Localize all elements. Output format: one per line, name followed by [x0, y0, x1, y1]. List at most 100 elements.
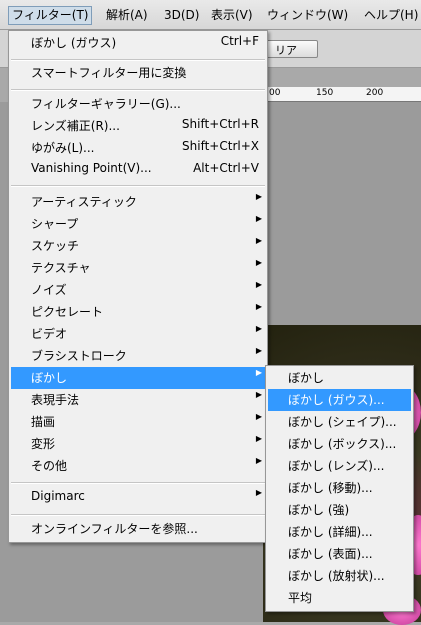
- menu-item-blur[interactable]: ぼかし ▶: [11, 367, 265, 389]
- submenu-item-lens-blur[interactable]: ぼかし (レンズ)...: [268, 455, 411, 477]
- submenu-arrow-icon: ▶: [255, 192, 262, 201]
- menu-item-label: ぼかし (放射状)...: [288, 569, 385, 583]
- submenu-arrow-icon: ▶: [255, 434, 262, 443]
- menu-item-label: ノイズ: [31, 283, 67, 297]
- filter-menu: ぼかし (ガウス) Ctrl+F スマートフィルター用に変換 フィルターギャラリ…: [8, 30, 268, 543]
- submenu-arrow-icon: ▶: [255, 214, 262, 223]
- menu-item-label: レンズ補正(R)...: [31, 119, 120, 133]
- menu-item-artistic[interactable]: アーティスティック ▶: [11, 191, 265, 213]
- submenu-item-surface-blur[interactable]: ぼかし (表面)...: [268, 543, 411, 565]
- menu-window[interactable]: ウィンドウ(W): [267, 7, 348, 24]
- ruler-label: 150: [316, 88, 334, 98]
- menu-item-render[interactable]: 描画 ▶: [11, 411, 265, 433]
- menu-item-filter-gallery[interactable]: フィルターギャラリー(G)...: [11, 93, 265, 115]
- menu-item-shortcut: Shift+Ctrl+X: [182, 139, 259, 153]
- menu-item-label: ぼかし (強): [288, 503, 350, 517]
- menu-item-digimarc[interactable]: Digimarc ▶: [11, 487, 265, 509]
- menu-item-browse-online[interactable]: オンラインフィルターを参照...: [11, 518, 265, 540]
- submenu-arrow-icon: ▶: [255, 390, 262, 399]
- menu-item-label: ぼかし (ガウス)...: [288, 393, 385, 407]
- menu-item-lens-correction[interactable]: レンズ補正(R)... Shift+Ctrl+R: [11, 115, 265, 137]
- menu-item-label: スマートフィルター用に変換: [31, 66, 187, 80]
- menu-3d[interactable]: 3D(D): [164, 7, 199, 24]
- submenu-arrow-icon: ▶: [255, 488, 262, 497]
- menu-item-label: ぼかし (表面)...: [288, 547, 373, 561]
- menu-item-label: ぼかし (移動)...: [288, 481, 373, 495]
- submenu-arrow-icon: ▶: [255, 258, 262, 267]
- submenu-arrow-icon: ▶: [255, 368, 262, 377]
- ruler-label: 00: [269, 88, 281, 98]
- menu-item-label: 描画: [31, 415, 56, 429]
- menu-item-label: スケッチ: [31, 239, 80, 253]
- menu-item-label: アーティスティック: [31, 195, 137, 209]
- menu-item-label: ぼかし: [31, 371, 68, 385]
- menu-item-stylize[interactable]: 表現手法 ▶: [11, 389, 265, 411]
- menu-item-label: ビデオ: [31, 327, 68, 341]
- submenu-item-box-blur[interactable]: ぼかし (ボックス)...: [268, 433, 411, 455]
- ruler-label: 200: [366, 88, 384, 98]
- submenu-arrow-icon: ▶: [255, 346, 262, 355]
- menu-item-label: テクスチャ: [31, 261, 91, 275]
- submenu-item-smart-blur[interactable]: ぼかし (詳細)...: [268, 521, 411, 543]
- menu-item-convert-smart-filter[interactable]: スマートフィルター用に変換: [11, 62, 265, 84]
- menu-bar: フィルター(T) 解析(A) 3D(D) 表示(V) ウィンドウ(W) ヘルプ(…: [0, 0, 421, 30]
- menu-help[interactable]: ヘルプ(H): [364, 7, 418, 24]
- menu-separator: [11, 59, 265, 61]
- menu-item-label: ぼかし (ボックス)...: [288, 437, 397, 451]
- menu-item-shortcut: Ctrl+F: [220, 34, 259, 48]
- menu-item-label: その他: [31, 459, 68, 473]
- blur-submenu: ぼかし ぼかし (ガウス)... ぼかし (シェイプ)... ぼかし (ボックス…: [265, 365, 414, 612]
- menu-item-label: ブラシストローク: [31, 349, 127, 363]
- submenu-arrow-icon: ▶: [255, 280, 262, 289]
- menu-filter[interactable]: フィルター(T): [8, 6, 93, 25]
- menu-item-label: ゆがみ(L)...: [31, 141, 95, 155]
- menu-item-other[interactable]: その他 ▶: [11, 455, 265, 477]
- menu-item-sharpen[interactable]: シャープ ▶: [11, 213, 265, 235]
- menu-item-label: ぼかし (詳細)...: [288, 525, 373, 539]
- submenu-item-average[interactable]: 平均: [268, 587, 411, 609]
- menu-separator: [11, 514, 265, 516]
- menu-item-label: ぼかし (シェイプ)...: [288, 415, 397, 429]
- menu-item-label: Digimarc: [31, 489, 85, 503]
- submenu-arrow-icon: ▶: [255, 236, 262, 245]
- menu-separator: [11, 185, 265, 187]
- menu-item-shortcut: Shift+Ctrl+R: [181, 117, 259, 131]
- submenu-item-gaussian-blur[interactable]: ぼかし (ガウス)...: [268, 389, 411, 411]
- menu-item-label: ピクセレート: [31, 305, 104, 319]
- menu-item-pixelate[interactable]: ピクセレート ▶: [11, 301, 265, 323]
- horizontal-ruler: 00 150 200: [268, 87, 421, 102]
- submenu-item-radial-blur[interactable]: ぼかし (放射状)...: [268, 565, 411, 587]
- menu-item-video[interactable]: ビデオ ▶: [11, 323, 265, 345]
- menu-item-label: ぼかし: [288, 371, 325, 385]
- menu-view[interactable]: 表示(V): [211, 7, 253, 24]
- options-button-label: リア: [275, 44, 297, 57]
- menu-item-label: フィルターギャラリー(G)...: [31, 97, 181, 111]
- submenu-arrow-icon: ▶: [255, 456, 262, 465]
- menu-item-brush-strokes[interactable]: ブラシストローク ▶: [11, 345, 265, 367]
- submenu-item-motion-blur[interactable]: ぼかし (移動)...: [268, 477, 411, 499]
- menu-item-vanishing-point[interactable]: Vanishing Point(V)... Alt+Ctrl+V: [11, 159, 265, 181]
- menu-separator: [11, 482, 265, 484]
- menu-item-label: シャープ: [31, 217, 79, 231]
- menu-item-label: Vanishing Point(V)...: [31, 161, 152, 175]
- menu-analysis[interactable]: 解析(A): [106, 7, 148, 24]
- submenu-item-shape-blur[interactable]: ぼかし (シェイプ)...: [268, 411, 411, 433]
- menu-item-last-filter[interactable]: ぼかし (ガウス) Ctrl+F: [11, 32, 265, 54]
- menu-item-texture[interactable]: テクスチャ ▶: [11, 257, 265, 279]
- menu-item-liquify[interactable]: ゆがみ(L)... Shift+Ctrl+X: [11, 137, 265, 159]
- submenu-item-blur[interactable]: ぼかし: [268, 367, 411, 389]
- menu-item-label: ぼかし (ガウス): [31, 36, 117, 50]
- menu-item-label: 表現手法: [31, 393, 80, 407]
- menu-item-distort[interactable]: 変形 ▶: [11, 433, 265, 455]
- submenu-arrow-icon: ▶: [255, 302, 262, 311]
- menu-item-noise[interactable]: ノイズ ▶: [11, 279, 265, 301]
- submenu-item-blur-more[interactable]: ぼかし (強): [268, 499, 411, 521]
- menu-item-label: オンラインフィルターを参照...: [31, 522, 198, 536]
- menu-item-label: 平均: [288, 591, 313, 605]
- submenu-arrow-icon: ▶: [255, 412, 262, 421]
- menu-item-label: ぼかし (レンズ)...: [288, 459, 385, 473]
- submenu-arrow-icon: ▶: [255, 324, 262, 333]
- menu-item-label: 変形: [31, 437, 56, 451]
- menu-separator: [11, 89, 265, 91]
- menu-item-sketch[interactable]: スケッチ ▶: [11, 235, 265, 257]
